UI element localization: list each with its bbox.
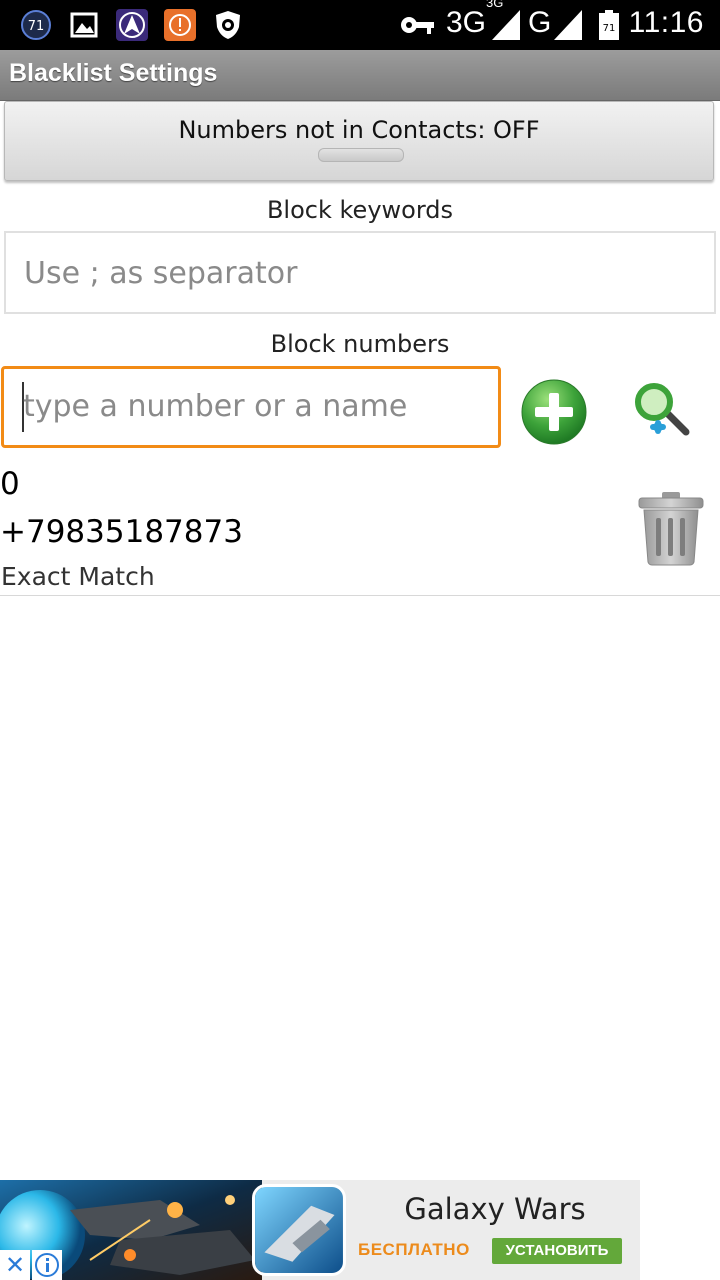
ad-app-icon[interactable] bbox=[252, 1184, 346, 1276]
ad-banner[interactable]: Galaxy Wars БЕСПЛАТНО УСТАНОВИТЬ bbox=[0, 1180, 640, 1280]
app-bar: Blacklist Settings bbox=[0, 50, 720, 101]
block-keywords-label: Block keywords bbox=[266, 196, 454, 224]
notification-badge-text: 71 bbox=[28, 19, 45, 34]
number-placeholder: type a number or a name bbox=[23, 389, 408, 424]
list-divider bbox=[0, 595, 720, 596]
ad-title: Galaxy Wars bbox=[404, 1192, 586, 1226]
close-icon[interactable]: ✕ bbox=[0, 1250, 30, 1280]
ad-install-button[interactable]: УСТАНОВИТЬ bbox=[492, 1238, 622, 1264]
entry-index: 0 bbox=[0, 466, 20, 502]
status-bar: 71 3G3G G 71 11:16 bbox=[0, 0, 720, 50]
vpn-key-icon bbox=[401, 17, 434, 34]
toggle-label: Numbers not in Contacts: OFF bbox=[178, 116, 540, 144]
signal-icon bbox=[554, 10, 582, 40]
toggle-state-indicator bbox=[318, 148, 404, 162]
battery-icon: 71 bbox=[599, 10, 619, 40]
clock: 11:16 bbox=[628, 6, 704, 39]
numbers-not-in-contacts-toggle[interactable]: Numbers not in Contacts: OFF bbox=[4, 101, 714, 181]
number-input[interactable]: type a number or a name bbox=[1, 366, 501, 448]
antivirus-icon bbox=[216, 11, 240, 39]
trash-icon[interactable] bbox=[636, 490, 706, 566]
page-title: Blacklist Settings bbox=[9, 59, 218, 87]
warning-app-icon bbox=[164, 9, 196, 41]
block-numbers-label: Block numbers bbox=[270, 330, 450, 358]
add-circle-icon[interactable] bbox=[520, 378, 588, 446]
signal-icon bbox=[492, 10, 520, 40]
match-type: Exact Match bbox=[1, 562, 155, 591]
gallery-icon bbox=[70, 12, 98, 38]
contact-search-icon[interactable] bbox=[630, 380, 692, 442]
blocked-number: +79835187873 bbox=[0, 514, 243, 550]
counter-badge-icon: 71 bbox=[21, 10, 51, 40]
battery-level-text: 71 bbox=[603, 23, 616, 34]
navigation-app-icon bbox=[116, 9, 148, 41]
keywords-input[interactable]: Use ; as separator bbox=[4, 231, 716, 314]
info-icon[interactable] bbox=[32, 1250, 62, 1280]
keywords-placeholder: Use ; as separator bbox=[24, 256, 298, 291]
ad-price-label: БЕСПЛАТНО bbox=[358, 1240, 470, 1259]
network-g-label: G bbox=[528, 6, 552, 39]
